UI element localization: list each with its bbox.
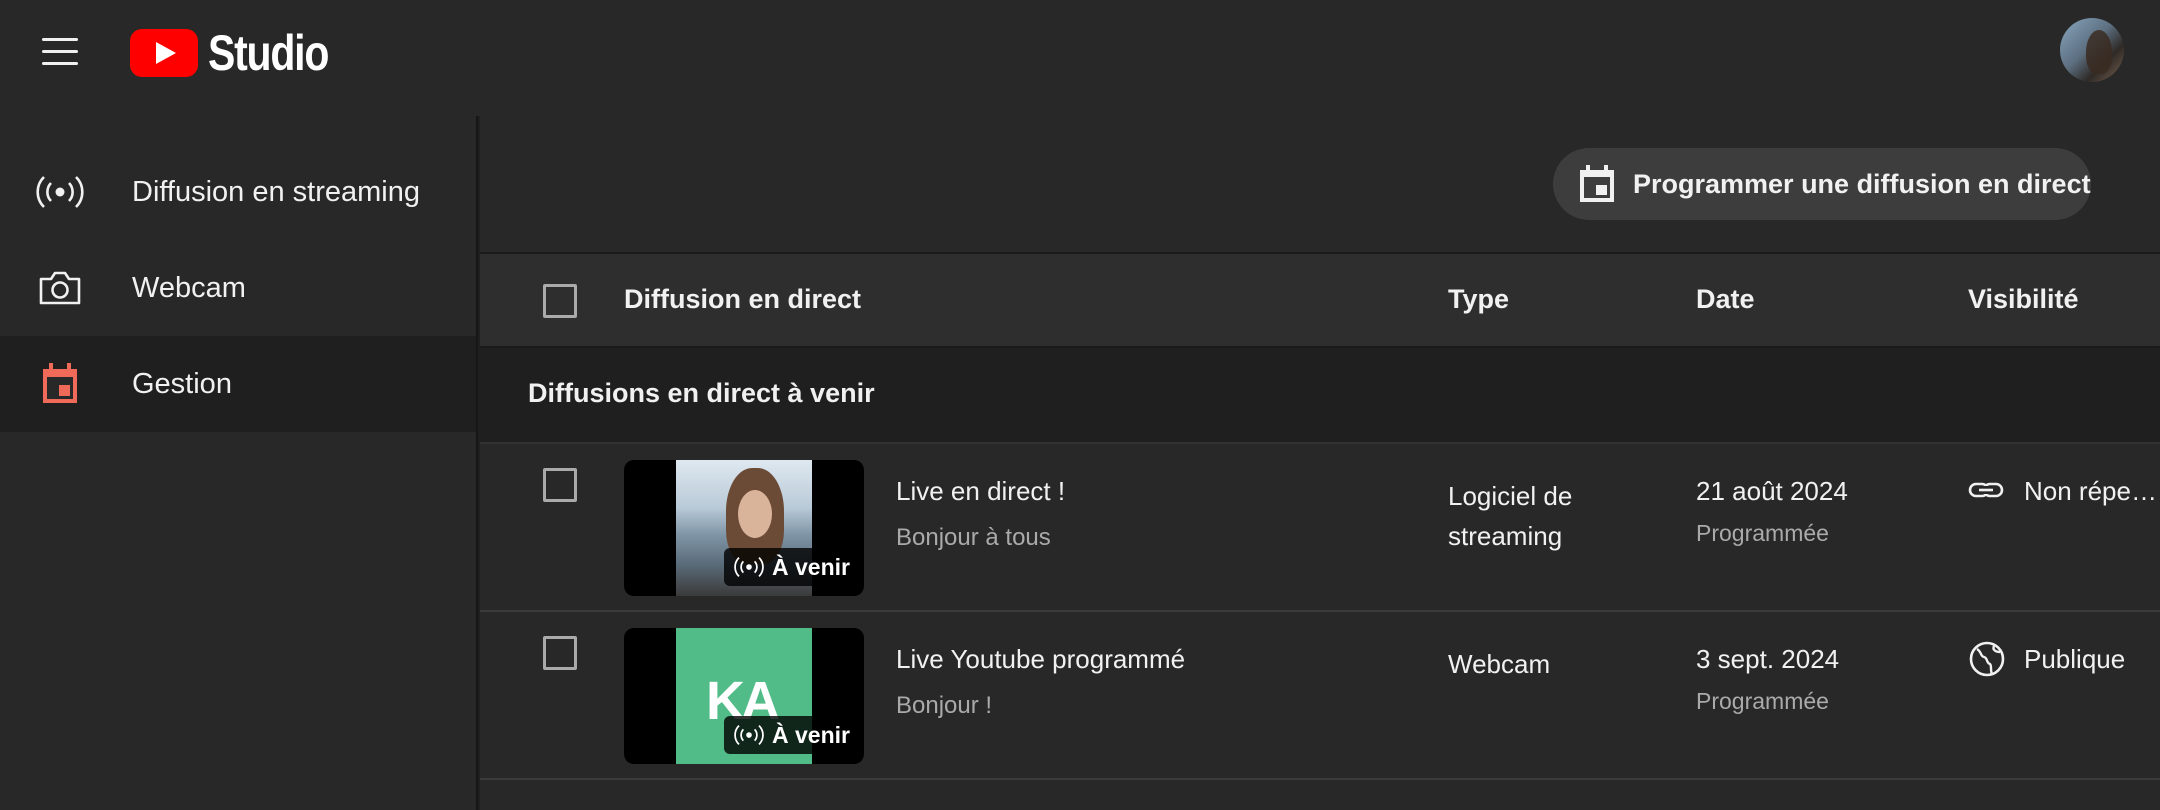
sidebar-item-streaming[interactable]: Diffusion en streaming bbox=[0, 144, 476, 240]
section-title: Diffusions en direct à venir bbox=[528, 378, 875, 408]
sidebar-item-label: Gestion bbox=[132, 367, 232, 400]
table-header: Diffusion en direct Type Date Visibilité bbox=[480, 252, 2160, 348]
youtube-studio-logo[interactable]: Studio bbox=[130, 25, 355, 81]
column-header-visibility[interactable]: Visibilité bbox=[1968, 284, 2079, 315]
top-bar: Studio bbox=[0, 0, 2160, 116]
table-row[interactable]: KA À venir Live Youtube programmé Bonjou… bbox=[480, 612, 2160, 780]
broadcast-icon bbox=[734, 725, 764, 745]
row-title[interactable]: Live Youtube programmé bbox=[896, 644, 1185, 675]
upcoming-badge: À venir bbox=[724, 548, 862, 586]
sidebar: Diffusion en streaming Webcam Gestion bbox=[0, 116, 478, 810]
row-date: 3 sept. 2024 bbox=[1696, 644, 1840, 674]
row-status: Programmée bbox=[1696, 688, 1829, 714]
row-visibility[interactable]: Publique bbox=[2024, 644, 2160, 675]
column-header-title[interactable]: Diffusion en direct bbox=[624, 284, 861, 315]
table-row[interactable]: À venir Live en direct ! Bonjour à tous … bbox=[480, 444, 2160, 612]
main-content: Programmer une diffusion en direct Diffu… bbox=[480, 116, 2160, 810]
broadcast-icon bbox=[734, 557, 764, 577]
globe-icon bbox=[1968, 640, 2006, 678]
row-visibility[interactable]: Non répertoriée bbox=[2024, 476, 2160, 507]
sidebar-item-label: Webcam bbox=[132, 271, 246, 304]
select-all-checkbox[interactable] bbox=[543, 284, 577, 318]
upcoming-badge: À venir bbox=[724, 716, 862, 754]
broadcast-icon bbox=[36, 168, 84, 216]
row-checkbox[interactable] bbox=[543, 636, 577, 670]
row-type: Webcam bbox=[1448, 649, 1551, 679]
user-avatar[interactable] bbox=[2060, 18, 2124, 82]
youtube-play-icon bbox=[130, 29, 198, 77]
row-checkbox[interactable] bbox=[543, 468, 577, 502]
row-description: Bonjour à tous bbox=[896, 524, 1051, 551]
schedule-live-label: Programmer une diffusion en direct bbox=[1633, 168, 2091, 199]
column-header-type[interactable]: Type bbox=[1448, 284, 1509, 315]
video-thumbnail[interactable]: KA À venir bbox=[624, 628, 864, 764]
logo-text: Studio bbox=[208, 25, 329, 81]
schedule-live-button[interactable]: Programmer une diffusion en direct bbox=[1553, 148, 2091, 220]
badge-label: À venir bbox=[772, 721, 850, 748]
video-thumbnail[interactable]: À venir bbox=[624, 460, 864, 596]
badge-label: À venir bbox=[772, 553, 850, 580]
section-upcoming: Diffusions en direct à venir bbox=[480, 348, 2160, 444]
link-icon bbox=[1968, 472, 2006, 510]
camera-icon bbox=[36, 264, 84, 312]
sidebar-item-label: Diffusion en streaming bbox=[132, 175, 421, 208]
calendar-icon bbox=[36, 360, 84, 408]
row-status: Programmée bbox=[1696, 520, 1829, 546]
row-description: Bonjour ! bbox=[896, 692, 993, 719]
sidebar-item-gestion[interactable]: Gestion bbox=[0, 336, 476, 432]
row-title[interactable]: Live en direct ! bbox=[896, 476, 1065, 507]
calendar-icon bbox=[1577, 164, 1617, 204]
row-date: 21 août 2024 bbox=[1696, 476, 1848, 506]
row-type: Logiciel de streaming bbox=[1448, 481, 1573, 551]
sidebar-item-webcam[interactable]: Webcam bbox=[0, 240, 476, 336]
column-header-date[interactable]: Date bbox=[1696, 284, 1755, 315]
hamburger-menu-icon[interactable] bbox=[28, 24, 92, 80]
